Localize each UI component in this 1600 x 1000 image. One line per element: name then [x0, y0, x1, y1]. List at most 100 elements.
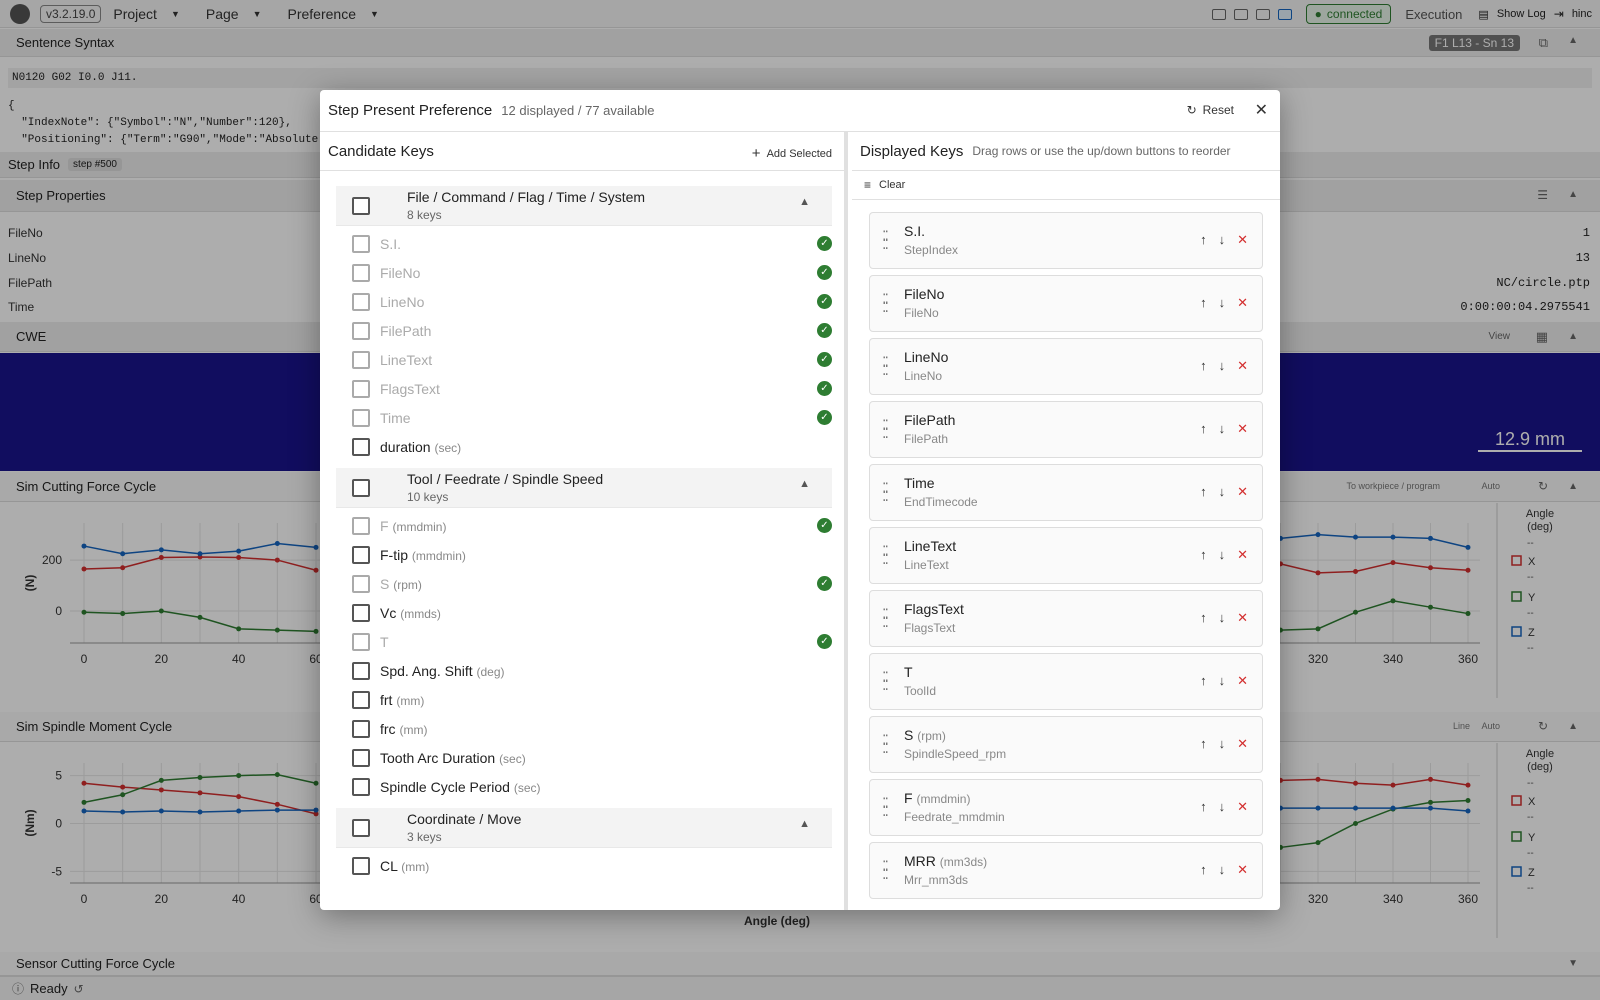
- candidate-item[interactable]: frt (mm): [336, 686, 832, 715]
- move-down-icon[interactable]: ↓: [1219, 295, 1226, 311]
- drag-handle-icon[interactable]: ⁚⁚ ⁚⁚: [882, 796, 889, 818]
- move-up-icon[interactable]: ↑: [1200, 232, 1207, 248]
- chevron-up-icon[interactable]: ▲: [799, 196, 810, 208]
- displayed-item-label: FileNo: [904, 286, 944, 302]
- displayed-item[interactable]: ⁚⁚ ⁚⁚ FileNo FileNo ↑ ↓ ✕: [869, 275, 1263, 332]
- drag-handle-icon[interactable]: ⁚⁚ ⁚⁚: [882, 544, 889, 566]
- drag-handle-icon[interactable]: ⁚⁚ ⁚⁚: [882, 670, 889, 692]
- displayed-item[interactable]: ⁚⁚ ⁚⁚ T ToolId ↑ ↓ ✕: [869, 653, 1263, 710]
- group-checkbox[interactable]: [352, 479, 370, 497]
- move-up-icon[interactable]: ↑: [1200, 736, 1207, 752]
- move-down-icon[interactable]: ↓: [1219, 484, 1226, 500]
- item-checkbox[interactable]: [352, 691, 370, 709]
- remove-icon[interactable]: ✕: [1237, 358, 1248, 374]
- displayed-item[interactable]: ⁚⁚ ⁚⁚ F (mmdmin) Feedrate_mmdmin ↑ ↓ ✕: [869, 779, 1263, 836]
- reset-button[interactable]: ↻ Reset: [1187, 103, 1234, 117]
- candidate-item[interactable]: Vc (mmds): [336, 599, 832, 628]
- candidate-item[interactable]: Spindle Cycle Period (sec): [336, 773, 832, 802]
- item-checkbox: [352, 264, 370, 282]
- group-checkbox[interactable]: [352, 197, 370, 215]
- drag-handle-icon[interactable]: ⁚⁚ ⁚⁚: [882, 229, 889, 251]
- move-up-icon[interactable]: ↑: [1200, 358, 1207, 374]
- remove-icon[interactable]: ✕: [1237, 421, 1248, 437]
- candidate-item[interactable]: F-tip (mmdmin): [336, 541, 832, 570]
- item-checkbox[interactable]: [352, 662, 370, 680]
- candidate-group[interactable]: File / Command / Flag / Time / System 8 k…: [336, 186, 832, 226]
- candidate-item[interactable]: Spd. Ang. Shift (deg): [336, 657, 832, 686]
- displayed-item[interactable]: ⁚⁚ ⁚⁚ LineNo LineNo ↑ ↓ ✕: [869, 338, 1263, 395]
- group-checkbox[interactable]: [352, 819, 370, 837]
- move-up-icon[interactable]: ↑: [1200, 421, 1207, 437]
- drag-handle-icon[interactable]: ⁚⁚ ⁚⁚: [882, 355, 889, 377]
- displayed-item[interactable]: ⁚⁚ ⁚⁚ FilePath FilePath ↑ ↓ ✕: [869, 401, 1263, 458]
- move-up-icon[interactable]: ↑: [1200, 610, 1207, 626]
- displayed-item-label: S.I.: [904, 223, 925, 239]
- chevron-up-icon[interactable]: ▲: [799, 818, 810, 830]
- displayed-item[interactable]: ⁚⁚ ⁚⁚ Time EndTimecode ↑ ↓ ✕: [869, 464, 1263, 521]
- clear-button[interactable]: ≡ Clear: [852, 171, 1280, 200]
- move-down-icon[interactable]: ↓: [1219, 547, 1226, 563]
- remove-icon[interactable]: ✕: [1237, 673, 1248, 689]
- item-label: frc (mm): [380, 721, 427, 737]
- item-checkbox[interactable]: [352, 546, 370, 564]
- displayed-item[interactable]: ⁚⁚ ⁚⁚ MRR (mm3ds) Mrr_mm3ds ↑ ↓ ✕: [869, 842, 1263, 899]
- candidate-item[interactable]: CL (mm): [336, 852, 832, 881]
- move-down-icon[interactable]: ↓: [1219, 862, 1226, 878]
- remove-icon[interactable]: ✕: [1237, 295, 1248, 311]
- move-down-icon[interactable]: ↓: [1219, 610, 1226, 626]
- item-checkbox[interactable]: [352, 778, 370, 796]
- move-up-icon[interactable]: ↑: [1200, 295, 1207, 311]
- move-up-icon[interactable]: ↑: [1200, 862, 1207, 878]
- drag-handle-icon[interactable]: ⁚⁚ ⁚⁚: [882, 733, 889, 755]
- displayed-item-key: SpindleSpeed_rpm: [904, 747, 1007, 761]
- add-selected-button[interactable]: + Add Selected: [752, 144, 832, 162]
- item-checkbox[interactable]: [352, 438, 370, 456]
- move-down-icon[interactable]: ↓: [1219, 673, 1226, 689]
- displayed-item[interactable]: ⁚⁚ ⁚⁚ S.I. StepIndex ↑ ↓ ✕: [869, 212, 1263, 269]
- close-icon[interactable]: ✕: [1255, 100, 1268, 120]
- drag-handle-icon[interactable]: ⁚⁚ ⁚⁚: [882, 418, 889, 440]
- drag-handle-icon[interactable]: ⁚⁚ ⁚⁚: [882, 607, 889, 629]
- move-down-icon[interactable]: ↓: [1219, 421, 1226, 437]
- displayed-item[interactable]: ⁚⁚ ⁚⁚ FlagsText FlagsText ↑ ↓ ✕: [869, 590, 1263, 647]
- candidate-group[interactable]: Tool / Feedrate / Spindle Speed 10 keys ▲: [336, 468, 832, 508]
- candidate-item[interactable]: duration (sec): [336, 433, 832, 462]
- displayed-item[interactable]: ⁚⁚ ⁚⁚ S (rpm) SpindleSpeed_rpm ↑ ↓ ✕: [869, 716, 1263, 773]
- chevron-up-icon[interactable]: ▲: [799, 478, 810, 490]
- item-checkbox[interactable]: [352, 857, 370, 875]
- remove-icon[interactable]: ✕: [1237, 610, 1248, 626]
- move-up-icon[interactable]: ↑: [1200, 799, 1207, 815]
- item-name: Time: [380, 410, 411, 426]
- move-up-icon[interactable]: ↑: [1200, 547, 1207, 563]
- item-label: FilePath: [380, 323, 431, 339]
- group-name: Coordinate / Move: [407, 811, 522, 827]
- candidate-group[interactable]: Coordinate / Move 3 keys ▲: [336, 808, 832, 848]
- candidate-item[interactable]: frc (mm): [336, 715, 832, 744]
- displayed-item-key: EndTimecode: [904, 495, 978, 509]
- item-checkbox[interactable]: [352, 720, 370, 738]
- remove-icon[interactable]: ✕: [1237, 484, 1248, 500]
- move-down-icon[interactable]: ↓: [1219, 799, 1226, 815]
- move-down-icon[interactable]: ↓: [1219, 736, 1226, 752]
- drag-handle-icon[interactable]: ⁚⁚ ⁚⁚: [882, 859, 889, 881]
- remove-icon[interactable]: ✕: [1237, 799, 1248, 815]
- move-down-icon[interactable]: ↓: [1219, 358, 1226, 374]
- move-down-icon[interactable]: ↓: [1219, 232, 1226, 248]
- item-name: F-tip: [380, 547, 408, 563]
- clear-icon: ≡: [864, 178, 872, 192]
- reset-icon: ↻: [1186, 103, 1197, 117]
- move-up-icon[interactable]: ↑: [1200, 484, 1207, 500]
- remove-icon[interactable]: ✕: [1237, 232, 1248, 248]
- drag-handle-icon[interactable]: ⁚⁚ ⁚⁚: [882, 481, 889, 503]
- group-count: 3 keys: [407, 830, 442, 844]
- dialog-header: Step Present Preference 12 displayed / 7…: [320, 90, 1280, 132]
- item-checkbox[interactable]: [352, 604, 370, 622]
- drag-handle-icon[interactable]: ⁚⁚ ⁚⁚: [882, 292, 889, 314]
- remove-icon[interactable]: ✕: [1237, 862, 1248, 878]
- item-checkbox[interactable]: [352, 749, 370, 767]
- displayed-item[interactable]: ⁚⁚ ⁚⁚ LineText LineText ↑ ↓ ✕: [869, 527, 1263, 584]
- candidate-item[interactable]: Tooth Arc Duration (sec): [336, 744, 832, 773]
- remove-icon[interactable]: ✕: [1237, 736, 1248, 752]
- move-up-icon[interactable]: ↑: [1200, 673, 1207, 689]
- remove-icon[interactable]: ✕: [1237, 547, 1248, 563]
